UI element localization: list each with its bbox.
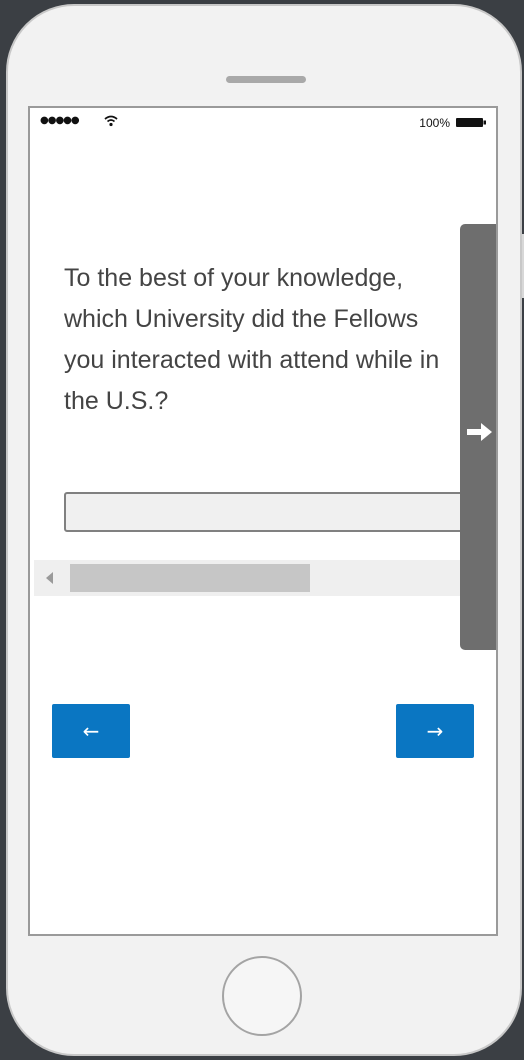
phone-frame: ●●●●● 100% To the best of your knowledge… [6,4,524,1056]
home-button[interactable] [222,956,302,1036]
wifi-icon [104,115,118,127]
question-text: To the best of your knowledge, which Uni… [64,264,440,415]
signal-strength-icon: ●●●●● [40,115,80,126]
next-button[interactable]: → [396,704,474,758]
scrollbar-thumb[interactable] [70,564,310,592]
battery-percentage: 100% [419,116,450,130]
phone-speaker [226,76,306,83]
phone-screen: ●●●●● 100% To the best of your knowledge… [28,106,498,936]
arrow-right-icon[interactable] [464,420,494,444]
side-panel-handle[interactable] [460,224,496,650]
status-bar: ●●●●● 100% [30,108,496,138]
back-button[interactable]: ← [52,704,130,758]
answer-input[interactable] [64,492,496,532]
battery-icon [456,118,486,127]
scroll-left-icon[interactable] [46,572,53,584]
horizontal-scrollbar[interactable] [34,560,494,596]
